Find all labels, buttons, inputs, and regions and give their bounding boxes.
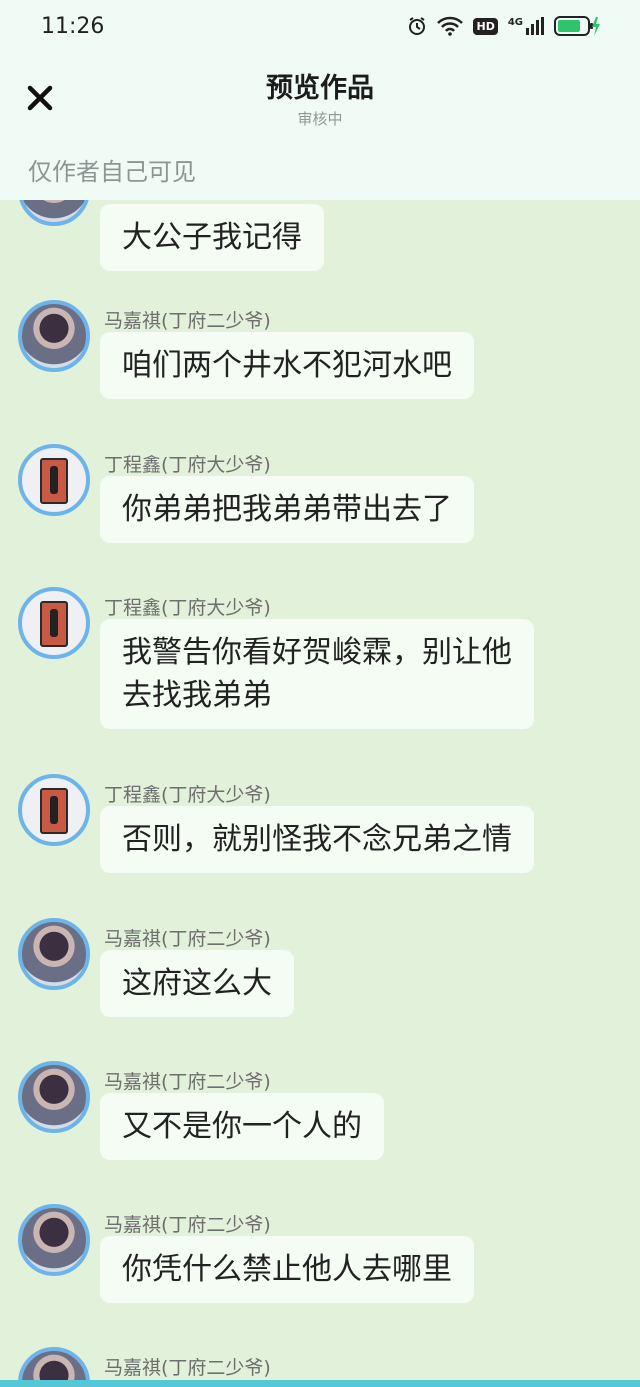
status-bar: 11:26 HD 4G (0, 0, 640, 56)
status-time: 11:26 (41, 14, 105, 39)
avatar[interactable] (18, 300, 90, 372)
sender-name: 丁程鑫(丁府大少爷) (104, 597, 271, 619)
avatar[interactable] (18, 918, 90, 990)
bottom-progress-bar (0, 1380, 640, 1387)
avatar[interactable] (18, 774, 90, 846)
chat-list[interactable]: 大公子我记得 马嘉祺(丁府二少爷) 咱们两个井水不犯河水吧 丁程鑫(丁府大少爷)… (0, 200, 640, 1380)
sender-name: 马嘉祺(丁府二少爷) (104, 928, 271, 950)
avatar[interactable] (18, 1061, 90, 1133)
message-bubble[interactable]: 否则，就别怪我不念兄弟之情 (100, 806, 534, 873)
status-icons: HD 4G (407, 15, 600, 37)
message-text: 这府这么大 (122, 966, 272, 1001)
message-text: 我警告你看好贺峻霖，别让他 (122, 635, 512, 670)
avatar[interactable] (18, 444, 90, 516)
avatar[interactable] (18, 1204, 90, 1276)
message-bubble[interactable]: 你凭什么禁止他人去哪里 (100, 1236, 474, 1303)
alarm-icon (407, 16, 427, 36)
message-bubble[interactable]: 咱们两个井水不犯河水吧 (100, 332, 474, 399)
message-text: 大公子我记得 (122, 220, 302, 255)
hd-icon: HD (473, 17, 498, 35)
avatar[interactable] (18, 587, 90, 659)
message-text: 去找我弟弟 (122, 678, 272, 713)
message-bubble[interactable]: 你弟弟把我弟弟带出去了 (100, 476, 474, 543)
message-text: 否则，就别怪我不念兄弟之情 (122, 822, 512, 857)
wifi-icon (437, 16, 464, 36)
visibility-note: 仅作者自己可见 (28, 158, 196, 186)
message-text: 你凭什么禁止他人去哪里 (122, 1252, 452, 1287)
review-status: 审核中 (297, 110, 343, 128)
avatar[interactable] (18, 200, 90, 226)
message-bubble[interactable]: 这府这么大 (100, 950, 294, 1017)
battery-icon (554, 15, 600, 37)
message-text: 你弟弟把我弟弟带出去了 (122, 492, 452, 527)
sender-name: 丁程鑫(丁府大少爷) (104, 784, 271, 806)
sender-name: 马嘉祺(丁府二少爷) (104, 1357, 271, 1379)
sender-name: 马嘉祺(丁府二少爷) (104, 310, 271, 332)
page-title: 预览作品 (266, 73, 374, 104)
message-bubble[interactable]: 我警告你看好贺峻霖，别让他 去找我弟弟 (100, 619, 534, 729)
network-type-label: 4G (507, 17, 523, 28)
message-bubble[interactable]: 大公子我记得 (100, 204, 324, 271)
message-text: 又不是你一个人的 (122, 1109, 362, 1144)
sender-name: 马嘉祺(丁府二少爷) (104, 1214, 271, 1236)
sender-name: 丁程鑫(丁府大少爷) (104, 454, 271, 476)
cellular-signal-icon: 4G (508, 17, 544, 35)
avatar[interactable] (18, 1347, 90, 1380)
header: 预览作品 审核中 仅作者自己可见 (0, 56, 640, 200)
message-text: 咱们两个井水不犯河水吧 (122, 348, 452, 383)
message-bubble[interactable]: 又不是你一个人的 (100, 1093, 384, 1160)
sender-name: 马嘉祺(丁府二少爷) (104, 1071, 271, 1093)
